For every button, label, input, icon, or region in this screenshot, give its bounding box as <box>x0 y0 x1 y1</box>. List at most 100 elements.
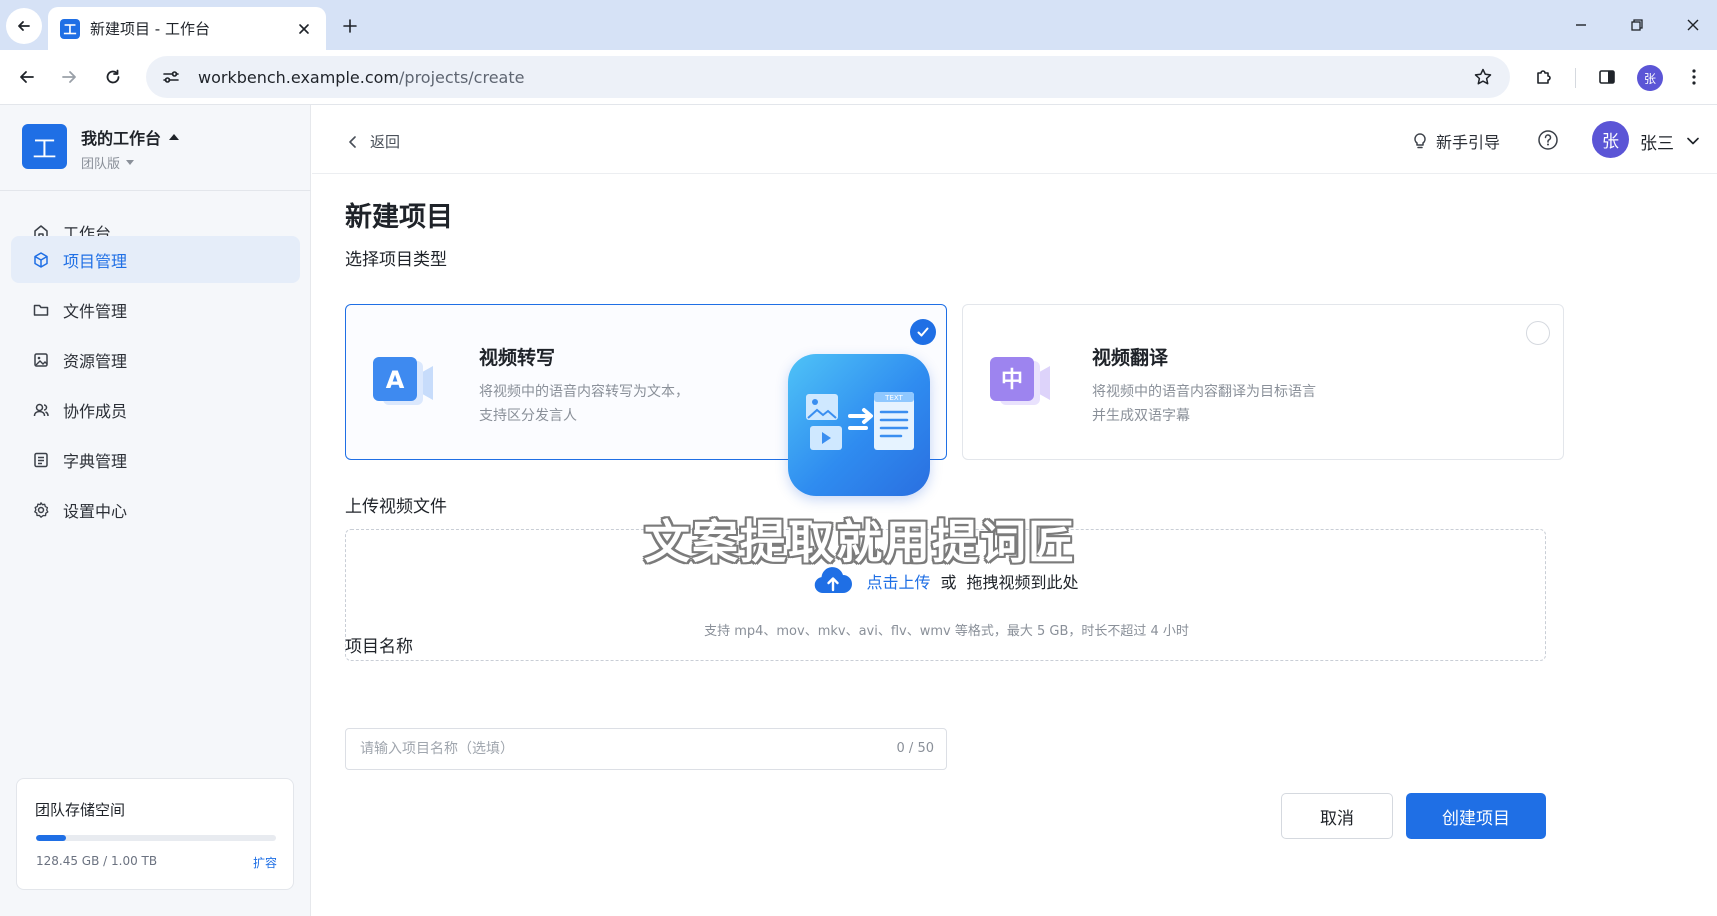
watermark-text: 文案提取就用提词匠 <box>644 515 1076 569</box>
storage-used-text: 128.45 GB / 1.00 TB <box>36 854 158 868</box>
cancel-button[interactable]: 取消 <box>1281 793 1393 839</box>
folder-icon <box>31 300 51 320</box>
minimize-icon <box>1576 24 1586 26</box>
restore-icon <box>1631 19 1643 31</box>
sidebar-item-label: 资源管理 <box>63 351 128 371</box>
sidebar-item-label: 项目管理 <box>63 251 128 271</box>
sidebar-item-label: 字典管理 <box>63 451 128 471</box>
upload-hint: 支持 mp4、mov、mkv、avi、flv、wmv 等格式，最大 5 GB，时… <box>704 624 1189 639</box>
sidebar-item-label: 设置中心 <box>63 501 128 521</box>
type-card-desc-line: 将视频中的语音内容转写为文本， <box>479 384 689 400</box>
watermark-logo-graphic: TEXT <box>806 392 914 450</box>
workspace-plan: 团队版 <box>81 157 121 172</box>
bookmark-star-button[interactable] <box>1470 64 1496 90</box>
project-name-field[interactable]: 0 / 50 <box>345 728 947 770</box>
close-window-button[interactable] <box>1680 12 1706 38</box>
plus-icon <box>343 19 357 33</box>
browser-toolbar: workbench.example.com/projects/create 张 <box>0 50 1717 105</box>
transcription-video-icon: A <box>373 357 433 405</box>
sidebar-item-files[interactable]: 文件管理 <box>11 286 300 333</box>
lightbulb-icon <box>1410 131 1430 151</box>
workspace-plan-selector[interactable]: 团队版 <box>81 153 135 172</box>
sidebar-item-settings[interactable]: 设置中心 <box>11 486 300 533</box>
project-name-label: 项目名称 <box>345 637 413 657</box>
sidebar-item-projects[interactable]: 项目管理 <box>11 236 300 283</box>
minimize-button[interactable] <box>1568 12 1594 38</box>
back-link[interactable]: 返回 <box>348 131 400 152</box>
help-button[interactable] <box>1536 128 1560 152</box>
watermark-logo: TEXT <box>788 354 930 496</box>
dictionary-icon <box>31 450 51 470</box>
translation-icon-letter: 中 <box>1001 368 1023 393</box>
new-tab-button[interactable] <box>336 12 364 40</box>
page-title: 新建项目 <box>345 202 453 233</box>
sidebar-divider <box>0 190 311 191</box>
unselected-radio[interactable] <box>1526 321 1550 345</box>
type-card-description: 将视频中的语音内容转写为文本， 支持区分发言人 <box>479 380 689 428</box>
page-header: 返回 新手引导 张 张三 <box>312 105 1717 174</box>
guide-button[interactable]: 新手引导 <box>1410 129 1500 153</box>
arrow-right-icon <box>62 71 76 83</box>
upload-click-link[interactable]: 点击上传 <box>866 569 930 593</box>
browser-menu-button[interactable] <box>1680 63 1708 91</box>
tab-close-button[interactable] <box>294 19 314 39</box>
upload-drag-text: 拖拽视频到此处 <box>966 573 1079 592</box>
guide-label: 新手引导 <box>1436 133 1501 152</box>
question-circle-icon <box>1538 130 1558 150</box>
storage-card: 团队存储空间 128.45 GB / 1.00 TB 扩容 <box>16 778 294 890</box>
more-vertical-icon <box>1692 69 1696 85</box>
browser-tab-bar: 工 新建项目 - 工作台 <box>0 0 1717 50</box>
sidebar-item-dictionary[interactable]: 字典管理 <box>11 436 300 483</box>
type-card-translation[interactable]: 中 视频翻译 将视频中的语音内容翻译为目标语言 并生成双语字幕 <box>962 304 1564 460</box>
sidebar: 工 我的工作台 团队版 工作台 项目管理 文件管理 资源管理 协作成员 字典管理… <box>0 105 311 916</box>
restore-button[interactable] <box>1624 12 1650 38</box>
sidebar-item-label: 文件管理 <box>63 301 128 321</box>
workspace-name: 我的工作台 <box>81 129 162 148</box>
chevron-down-icon[interactable] <box>1686 134 1700 148</box>
caret-up-icon <box>169 134 180 140</box>
address-bar[interactable]: workbench.example.com/projects/create <box>146 56 1510 98</box>
user-name[interactable]: 张三 <box>1640 129 1674 154</box>
tab-search-button[interactable] <box>6 8 42 44</box>
workspace-switcher[interactable]: 我的工作台 <box>81 125 180 149</box>
workspace-logo[interactable]: 工 <box>22 124 67 169</box>
storage-title: 团队存储空间 <box>35 801 126 819</box>
caret-down-icon <box>126 160 135 165</box>
type-card-title: 视频转写 <box>479 347 556 369</box>
arrow-left-icon <box>20 71 34 83</box>
side-panel-button[interactable] <box>1593 63 1621 91</box>
type-card-title: 视频翻译 <box>1092 347 1169 369</box>
user-avatar[interactable]: 张 <box>1592 121 1629 158</box>
character-counter: 0 / 50 <box>896 741 934 756</box>
site-settings-icon[interactable] <box>158 64 184 90</box>
type-card-desc-line: 支持区分发言人 <box>479 408 577 424</box>
type-card-desc-line: 将视频中的语音内容翻译为目标语言 <box>1092 384 1316 400</box>
sidebar-item-members[interactable]: 协作成员 <box>11 386 300 433</box>
chevron-left-icon <box>348 135 360 148</box>
image-resource-icon <box>31 350 51 370</box>
upload-section-label: 上传视频文件 <box>345 497 447 517</box>
side-panel-icon <box>1599 70 1615 84</box>
reload-button[interactable] <box>99 63 127 91</box>
url-text: workbench.example.com/projects/create <box>198 68 524 87</box>
extensions-button[interactable] <box>1530 63 1558 91</box>
project-name-input[interactable] <box>346 729 866 769</box>
users-icon <box>31 400 51 420</box>
translation-video-icon: 中 <box>990 357 1050 405</box>
selected-check-icon <box>910 319 936 345</box>
star-icon <box>1474 68 1492 85</box>
puzzle-icon <box>1537 70 1551 84</box>
back-button[interactable] <box>13 63 41 91</box>
profile-avatar[interactable]: 张 <box>1637 65 1663 91</box>
forward-button[interactable] <box>55 63 83 91</box>
sidebar-item-resources[interactable]: 资源管理 <box>11 336 300 383</box>
transcription-icon-letter: A <box>386 366 405 394</box>
browser-tab[interactable]: 工 新建项目 - 工作台 <box>48 7 326 50</box>
create-project-button[interactable]: 创建项目 <box>1406 793 1546 839</box>
back-label: 返回 <box>370 133 401 151</box>
watermark-badge-text: TEXT <box>884 394 903 402</box>
storage-expand-link[interactable]: 扩容 <box>253 854 277 871</box>
type-card-description: 将视频中的语音内容翻译为目标语言 并生成双语字幕 <box>1092 380 1316 428</box>
type-card-desc-line: 并生成双语字幕 <box>1092 408 1190 424</box>
sidebar-item-label: 协作成员 <box>63 401 128 421</box>
